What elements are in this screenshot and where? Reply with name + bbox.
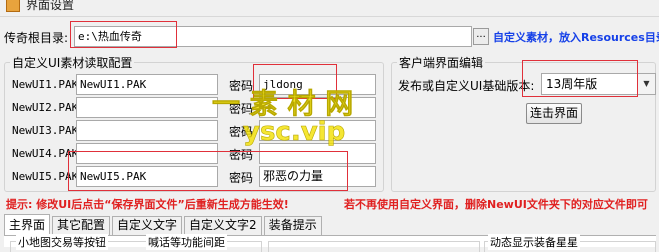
password-label-3: 密码	[229, 125, 254, 139]
pak-group-title: 自定义UI素材读取配置	[10, 54, 135, 71]
password-label-5: 密码	[229, 171, 254, 185]
browse-button[interactable]: ...	[473, 28, 489, 45]
shout-spacing-title: 喊话等功能间距	[146, 234, 227, 250]
pak-label-5: NewUI5.PAK	[12, 170, 79, 183]
pak-file-input-4[interactable]	[76, 143, 218, 164]
password-input-5[interactable]: 邪恶の力量	[259, 166, 376, 187]
password-input-4[interactable]	[259, 143, 376, 164]
equipment-stars-title: 动态显示装备星星	[488, 234, 580, 250]
password-label-1: 密码	[229, 79, 254, 93]
pak-file-input-3[interactable]	[76, 120, 218, 141]
hint-text-right: 若不再使用自定义界面，删除NewUI文件夹下的对应文件即可	[344, 198, 648, 211]
password-input-1[interactable]: jldong	[259, 74, 376, 95]
base-version-select[interactable]: 13周年版 ▼	[541, 73, 656, 95]
pak-file-input-1[interactable]: NewUI1.PAK	[76, 74, 218, 95]
chevron-down-icon[interactable]: ▼	[637, 74, 655, 94]
password-input-3[interactable]	[259, 120, 376, 141]
base-version-label: 发布或自定义UI基础版本:	[398, 79, 535, 93]
pak-label-3: NewUI3.PAK	[12, 124, 79, 137]
tab-equipment-tips[interactable]: 装备提示	[263, 216, 322, 235]
pak-label-2: NewUI2.PAK	[12, 101, 79, 114]
tab-custom-text-2[interactable]: 自定义文字2	[184, 216, 262, 235]
hint-text-left: 提示: 修改UI后点击“保存界面文件”后重新生成方能生效!	[6, 198, 289, 211]
pak-label-1: NewUI1.PAK	[12, 78, 79, 91]
base-version-value: 13周年版	[546, 77, 598, 91]
connect-ui-button[interactable]: 连击界面	[526, 103, 582, 124]
pak-label-4: NewUI4.PAK	[12, 147, 79, 160]
password-input-2[interactable]	[259, 97, 376, 118]
password-label-2: 密码	[229, 102, 254, 116]
tab-custom-text[interactable]: 自定义文字	[112, 216, 183, 235]
minimap-buttons-title: 小地图交易等按钮	[16, 234, 108, 250]
resources-note: 自定义素材，放入Resources目录	[493, 31, 659, 44]
pak-file-input-5[interactable]: NewUI5.PAK	[76, 166, 218, 187]
client-group-title: 客户端界面编辑	[397, 54, 486, 71]
shout-spacing-group	[268, 241, 480, 252]
pak-file-input-2[interactable]	[76, 97, 218, 118]
app-icon	[6, 0, 20, 12]
password-label-4: 密码	[229, 148, 254, 162]
root-dir-label: 传奇根目录:	[4, 31, 69, 45]
tab-other-config[interactable]: 其它配置	[52, 216, 111, 235]
root-dir-input[interactable]: e:\热血传奇	[74, 26, 472, 47]
title-bar: 界面设置	[0, 0, 659, 17]
tab-main-ui[interactable]: 主界面	[4, 214, 51, 235]
window-title: 界面设置	[26, 0, 75, 12]
tab-bar: 主界面 其它配置 自定义文字 自定义文字2 装备提示	[4, 214, 324, 236]
